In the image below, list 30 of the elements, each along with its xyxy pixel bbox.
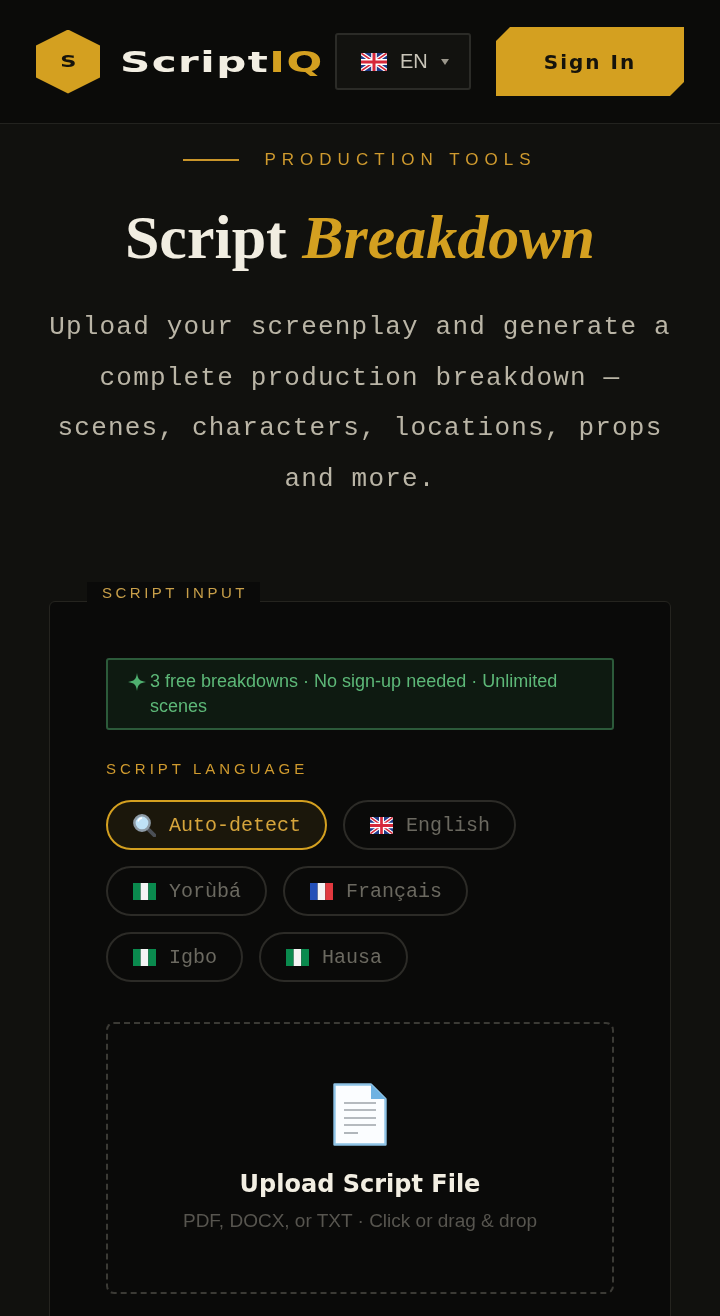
page-title: Script Breakdown bbox=[123, 202, 597, 273]
language-chip[interactable]: Yorùbá bbox=[106, 866, 267, 916]
section-eyebrow: PRODUCTION TOOLS bbox=[264, 150, 537, 170]
caret-icon bbox=[440, 58, 449, 65]
brand-name: Script IQ bbox=[120, 44, 324, 79]
page-description: Upload your screenplay and generate a complete production breakdown — scenes, characters, locations, props and more. bbox=[48, 311, 672, 496]
uk-flag-icon bbox=[361, 52, 387, 71]
card-tab-label: SCRIPT INPUT bbox=[87, 582, 260, 604]
language-chip[interactable]: Auto-detect bbox=[106, 800, 328, 850]
magnifier-icon bbox=[133, 813, 156, 837]
upload-dropzone[interactable]: Upload Script File PDF, DOCX, or TXT · Click or drag & drop bbox=[106, 1022, 614, 1294]
language-chip[interactable]: Igbo bbox=[106, 932, 243, 982]
language-selector[interactable]: EN bbox=[335, 33, 471, 90]
upload-hint: PDF, DOCX, or TXT · Click or drag & drop bbox=[182, 1209, 538, 1233]
nigeria-flag-icon bbox=[133, 882, 156, 900]
field-label: SCRIPT LANGUAGE bbox=[106, 761, 310, 777]
document-icon bbox=[333, 1083, 387, 1146]
france-flag-icon bbox=[310, 882, 333, 900]
language-chip[interactable]: Hausa bbox=[259, 932, 409, 982]
language-chip[interactable]: Français bbox=[283, 866, 469, 916]
sign-in-button[interactable]: Sign In bbox=[496, 27, 684, 96]
language-chip[interactable]: English bbox=[343, 800, 517, 850]
nigeria-flag-icon bbox=[133, 948, 156, 966]
notice-text: 3 free breakdowns · No sign-up needed · Unlimited scenes bbox=[150, 670, 559, 718]
uk-flag-icon bbox=[370, 816, 394, 834]
upload-title: Upload Script File bbox=[239, 1169, 481, 1199]
nigeria-flag-icon bbox=[286, 948, 309, 966]
accent-line bbox=[183, 159, 240, 161]
sparkle-icon bbox=[128, 673, 146, 691]
logo-mark: S bbox=[36, 29, 100, 94]
